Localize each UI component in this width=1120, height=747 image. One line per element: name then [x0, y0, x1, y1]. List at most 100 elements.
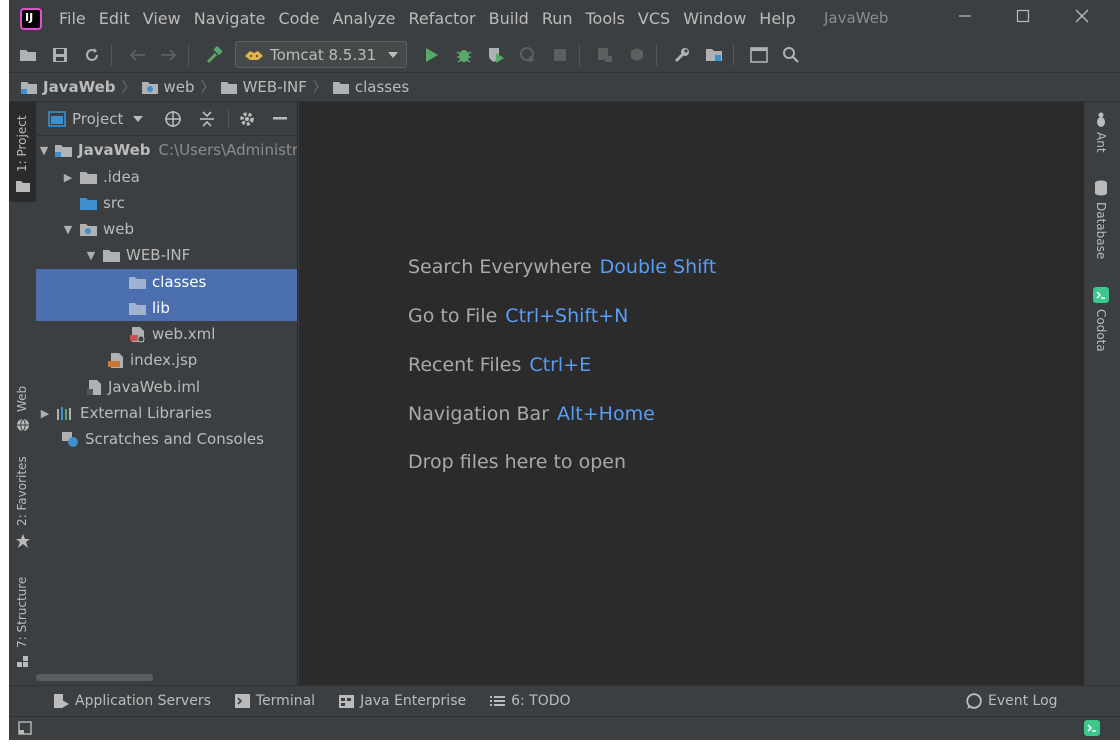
- menu-vcs[interactable]: VCS: [638, 9, 670, 28]
- menu-build[interactable]: Build: [489, 9, 529, 28]
- hint-recent-files: Recent Files Ctrl+E: [408, 354, 591, 376]
- tree-item-classes[interactable]: classes: [36, 269, 297, 295]
- forward-arrow-icon[interactable]: [156, 42, 182, 68]
- toggle-tool-windows-icon[interactable]: [18, 721, 32, 735]
- hint-shortcut: Alt+Home: [557, 403, 655, 425]
- tab-application-servers[interactable]: Application Servers: [54, 693, 211, 709]
- horizontal-scrollbar[interactable]: [36, 674, 153, 681]
- tree-item-src[interactable]: src: [36, 190, 297, 216]
- chevron-down-icon: [388, 51, 399, 58]
- tree-item-javaweb-iml[interactable]: JavaWeb.iml: [36, 374, 297, 400]
- build-hammer-icon[interactable]: [201, 42, 227, 68]
- expand-arrow-icon[interactable]: ▼: [85, 249, 97, 262]
- back-arrow-icon[interactable]: [124, 42, 150, 68]
- minimize-icon[interactable]: [953, 6, 977, 30]
- gear-icon[interactable]: [238, 110, 256, 128]
- project-structure-icon[interactable]: [701, 42, 727, 68]
- tree-item-idea[interactable]: ▶ .idea: [36, 164, 297, 190]
- editor-empty-area[interactable]: Search Everywhere Double Shift Go to File…: [299, 102, 1084, 685]
- toolbar-separator: [579, 43, 581, 66]
- menu-edit[interactable]: Edit: [99, 9, 130, 28]
- maximize-icon[interactable]: [1011, 6, 1035, 30]
- tab-codota-label: Codota: [1094, 309, 1108, 352]
- tab-label: Event Log: [988, 693, 1058, 709]
- tree-item-label: web.xml: [152, 325, 216, 343]
- tree-item-web-inf[interactable]: ▼ WEB-INF: [36, 242, 297, 268]
- tree-item-index-jsp[interactable]: index.jsp: [36, 347, 297, 373]
- run-configuration-dropdown[interactable]: Tomcat 8.5.31: [235, 41, 408, 68]
- coverage-settings-icon[interactable]: [624, 42, 650, 68]
- search-icon[interactable]: [778, 42, 804, 68]
- collapse-all-icon[interactable]: [199, 110, 215, 128]
- tab-event-log[interactable]: Event Log: [965, 693, 1058, 709]
- tab-terminal[interactable]: Terminal: [234, 693, 315, 709]
- project-panel-title[interactable]: Project: [72, 110, 123, 128]
- project-path-hint: C:\Users\Administr: [158, 141, 298, 159]
- menu-refactor[interactable]: Refactor: [409, 9, 476, 28]
- hide-panel-icon[interactable]: [273, 117, 287, 121]
- tab-web[interactable]: Web: [9, 382, 36, 442]
- star-icon: [16, 534, 30, 548]
- collapsed-arrow-icon[interactable]: ▶: [39, 407, 51, 420]
- iml-file-icon: [87, 379, 101, 395]
- window-title: JavaWeb: [824, 9, 889, 27]
- chevron-down-icon[interactable]: [133, 115, 144, 122]
- menu-view[interactable]: View: [143, 9, 181, 28]
- tree-item-label: JavaWeb.iml: [108, 378, 201, 396]
- tab-ant-label: Ant: [1094, 132, 1108, 153]
- breadcrumb-item-javaweb[interactable]: JavaWeb: [21, 78, 116, 96]
- tree-item-web-xml[interactable]: web.xml: [36, 321, 297, 347]
- profile-icon[interactable]: [515, 42, 541, 68]
- logo-text: IJ: [25, 10, 34, 24]
- tab-java-enterprise[interactable]: Java Enterprise: [339, 693, 466, 709]
- project-view-icon: [48, 110, 66, 127]
- folder-icon: [80, 171, 97, 184]
- collapsed-arrow-icon[interactable]: ▶: [62, 171, 74, 184]
- breadcrumb: JavaWeb 〉 web 〉 WEB-INF 〉 classes: [9, 72, 1120, 102]
- attach-debugger-icon[interactable]: [592, 42, 618, 68]
- run-with-coverage-icon[interactable]: [483, 42, 509, 68]
- java-enterprise-icon: [339, 695, 355, 708]
- ide-window: IJ File Edit View Navigate Code Analyze …: [9, 0, 1120, 740]
- breadcrumb-item-classes[interactable]: classes: [332, 78, 409, 96]
- expand-arrow-icon[interactable]: ▼: [62, 223, 74, 236]
- tree-item-javaweb[interactable]: ▼ JavaWeb C:\Users\Administr: [36, 137, 298, 163]
- hint-label: Navigation Bar: [408, 403, 550, 425]
- sync-icon[interactable]: [79, 42, 105, 68]
- tab-favorites[interactable]: 2: Favorites: [9, 456, 36, 553]
- folder-icon: [220, 81, 237, 94]
- run-icon[interactable]: [419, 42, 445, 68]
- tab-todo[interactable]: 6: TODO: [490, 693, 571, 709]
- tree-item-web[interactable]: ▼ web: [36, 216, 297, 242]
- debug-bug-icon[interactable]: [451, 42, 477, 68]
- open-folder-icon[interactable]: [15, 42, 41, 68]
- breadcrumb-item-web[interactable]: web: [141, 78, 195, 96]
- menu-code[interactable]: Code: [279, 9, 320, 28]
- project-tool-window: Project ▼ JavaWeb C:\Users\Administr ▶ .…: [36, 102, 298, 685]
- hint-shortcut: Ctrl+E: [529, 354, 592, 376]
- toolbar-separator: [188, 43, 189, 66]
- settings-wrench-icon[interactable]: [669, 42, 695, 68]
- breadcrumb-item-web-inf[interactable]: WEB-INF: [220, 78, 307, 96]
- menu-tools[interactable]: Tools: [586, 9, 625, 28]
- menu-window[interactable]: Window: [683, 9, 746, 28]
- menu-help[interactable]: Help: [759, 9, 795, 28]
- menu-file[interactable]: File: [59, 9, 86, 28]
- menu-analyze[interactable]: Analyze: [332, 9, 395, 28]
- stop-icon[interactable]: [547, 42, 573, 68]
- tree-item-scratches[interactable]: Scratches and Consoles: [36, 426, 297, 452]
- save-icon[interactable]: [47, 42, 73, 68]
- breadcrumb-label: WEB-INF: [242, 78, 307, 96]
- expand-arrow-icon[interactable]: ▼: [39, 144, 49, 157]
- tab-structure[interactable]: 7: Structure: [9, 574, 36, 674]
- tree-item-lib[interactable]: lib: [36, 295, 297, 321]
- close-icon[interactable]: [1070, 6, 1094, 30]
- codota-status-icon[interactable]: [1084, 720, 1100, 736]
- tab-project[interactable]: 1: Project: [9, 102, 36, 202]
- locate-target-icon[interactable]: [164, 110, 182, 128]
- menu-navigate[interactable]: Navigate: [194, 9, 266, 28]
- tree-item-external-libraries[interactable]: ▶ External Libraries: [36, 400, 297, 426]
- terminal-window-icon[interactable]: [746, 42, 772, 68]
- menu-run[interactable]: Run: [542, 9, 573, 28]
- project-panel-header: Project: [36, 102, 297, 136]
